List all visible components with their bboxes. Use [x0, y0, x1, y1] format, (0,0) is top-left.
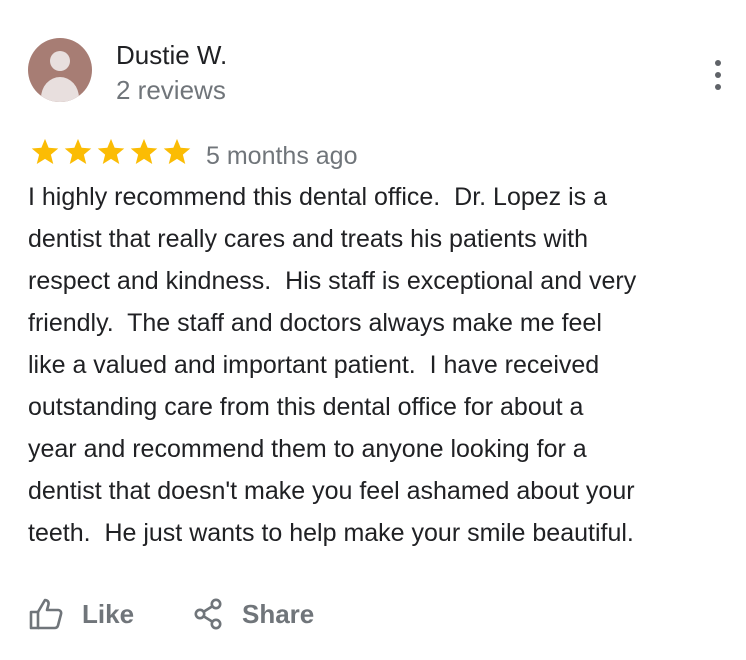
reviewer-review-count[interactable]: 2 reviews [116, 75, 226, 105]
star-icon [30, 137, 60, 167]
review-card: Dustie W. 2 reviews 5 months ago I highl… [0, 0, 746, 660]
reviewer-name[interactable]: Dustie W. [116, 40, 227, 70]
review-date: 5 months ago [206, 142, 358, 170]
review-text-line: dentist that doesn't make you feel asham… [28, 477, 635, 505]
review-text-line: like a valued and important patient. I h… [28, 351, 600, 379]
more-options-icon[interactable] [708, 60, 728, 90]
review-text-line: friendly. The staff and doctors always m… [28, 309, 602, 337]
star-icon [162, 137, 192, 167]
star-icon [129, 137, 159, 167]
avatar-head-shape [50, 51, 70, 71]
review-text-line: teeth. He just wants to help make your s… [28, 519, 634, 547]
review-text-line: year and recommend them to anyone lookin… [28, 435, 587, 463]
menu-dot [715, 72, 721, 78]
thumb-up-icon [28, 597, 64, 631]
star-icon [63, 137, 93, 167]
avatar-body-shape [41, 77, 79, 102]
like-button[interactable]: Like [28, 594, 134, 634]
share-icon [192, 597, 224, 631]
share-button[interactable]: Share [192, 594, 314, 634]
menu-dot [715, 60, 721, 66]
review-text-line: dentist that really cares and treats his… [28, 225, 589, 253]
review-text-line: outstanding care from this dental office… [28, 393, 584, 421]
review-text-line: respect and kindness. His staff is excep… [28, 267, 637, 295]
share-label: Share [242, 598, 315, 629]
star-icon [96, 137, 126, 167]
star-rating [30, 137, 192, 167]
review-text: I highly recommend this dental office. D… [28, 176, 740, 554]
menu-dot [715, 84, 721, 90]
like-label: Like [82, 598, 135, 629]
review-text-line: I highly recommend this dental office. D… [28, 183, 608, 211]
reviewer-avatar[interactable] [28, 38, 92, 102]
